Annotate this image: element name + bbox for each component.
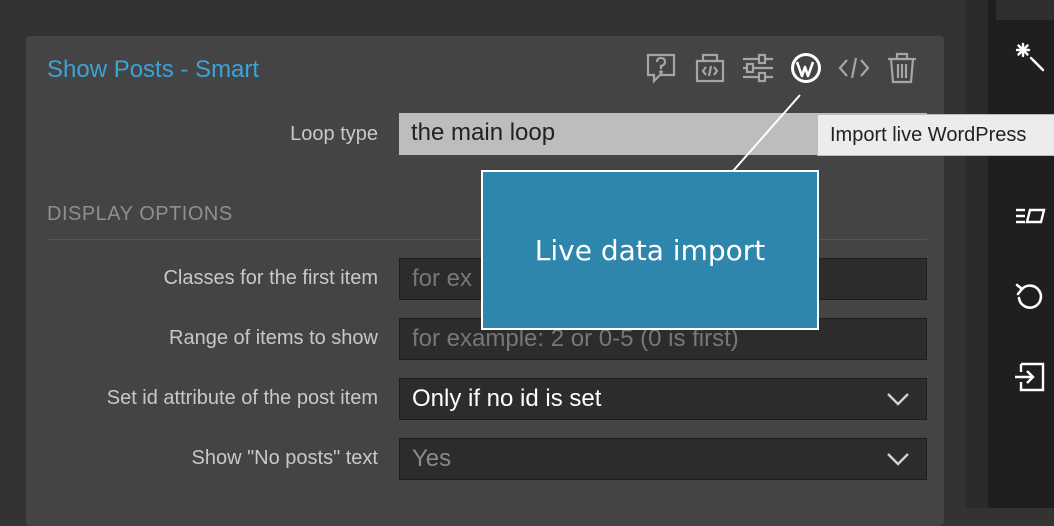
callout-text: Live data import xyxy=(534,233,766,267)
callout-box: Live data import xyxy=(481,170,819,330)
